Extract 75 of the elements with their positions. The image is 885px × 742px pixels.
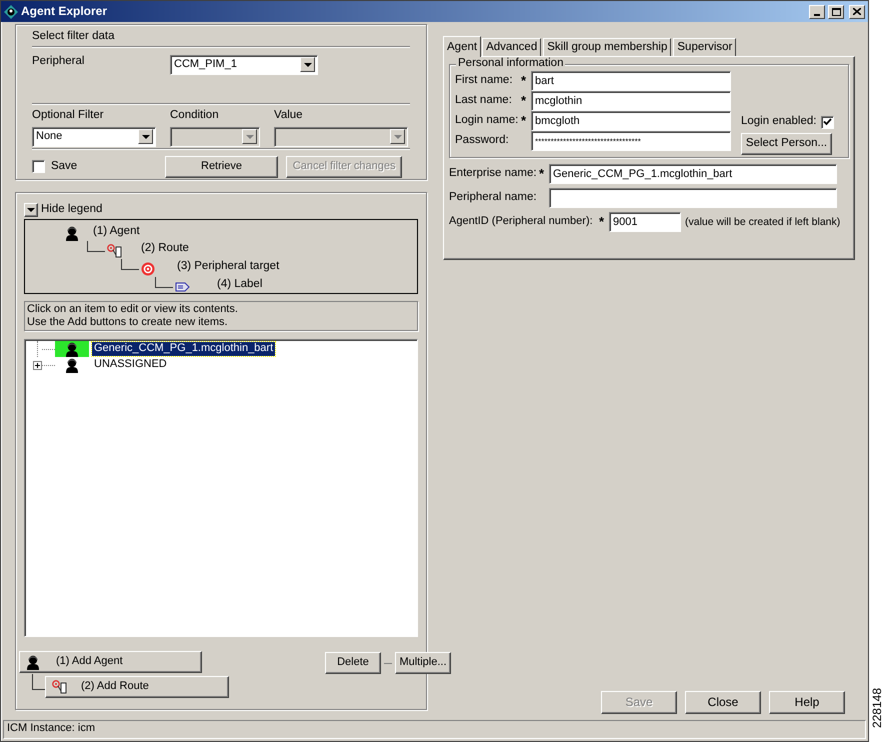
add-button[interactable]: (1) Add Agent xyxy=(19,651,202,673)
caret-icon xyxy=(242,129,257,144)
field-label: AgentID (Peripheral number): xyxy=(449,215,593,229)
multiple-button[interactable]: Multiple... xyxy=(395,652,451,674)
maximize-button[interactable] xyxy=(828,4,844,18)
figure-number: 228148 xyxy=(870,688,884,728)
hint-text: Use the Add buttons to create new items. xyxy=(27,316,229,329)
tag-icon xyxy=(175,282,191,292)
window-title: Agent Explorer xyxy=(21,4,108,19)
field-label: Peripheral name: xyxy=(449,191,537,205)
tab[interactable]: Agent xyxy=(443,36,482,57)
app-icon xyxy=(4,4,18,18)
toggle-label: Hide legend xyxy=(41,203,102,217)
select-person-button[interactable]: Select Person... xyxy=(741,133,832,155)
field-label: Login name: xyxy=(455,114,518,128)
text-field[interactable]: 9001 xyxy=(609,212,681,232)
close-button[interactable] xyxy=(849,4,865,18)
person-icon xyxy=(26,654,40,670)
dropdown[interactable]: CCM_PIM_1 xyxy=(170,54,318,75)
legend-label: (1) Agent xyxy=(93,225,140,239)
field-label: Optional Filter xyxy=(32,108,105,123)
person-icon xyxy=(65,342,79,356)
caret-icon xyxy=(138,129,153,144)
text-field[interactable] xyxy=(549,188,837,208)
checkbox-label: Save xyxy=(50,160,78,174)
legend-label: (2) Route xyxy=(141,242,189,256)
text-field[interactable]: mcglothin xyxy=(531,91,731,111)
target-phone-icon xyxy=(52,680,68,694)
tab[interactable]: Supervisor xyxy=(673,38,736,56)
field-label: First name: xyxy=(455,74,513,88)
required-mark: * xyxy=(539,166,546,182)
required-mark: * xyxy=(521,93,528,109)
tab[interactable]: Advanced xyxy=(482,38,542,56)
legend-label: (3) Peripheral target xyxy=(177,260,280,274)
checkbox-label: Login enabled: xyxy=(741,115,816,129)
text-field[interactable]: ********************************** xyxy=(531,131,731,151)
maximize-icon xyxy=(832,8,840,16)
minimize-icon xyxy=(814,14,820,16)
field-label: Last name: xyxy=(455,94,512,108)
person-icon xyxy=(65,358,79,372)
section-title: Select filter data xyxy=(32,29,116,44)
add-button[interactable]: (2) Add Route xyxy=(45,676,229,698)
field-label: Enterprise name: xyxy=(449,167,537,181)
field-label: Password: xyxy=(455,134,509,148)
checkbox[interactable] xyxy=(821,116,834,128)
tab[interactable]: Skill group membership xyxy=(543,38,672,56)
tree-item[interactable]: Generic_CCM_PG_1.mcglothin_bart xyxy=(92,342,276,356)
hint-text: Click on an item to edit or view its contents. xyxy=(27,303,239,316)
close-icon xyxy=(853,8,861,15)
button[interactable]: Close xyxy=(685,691,761,714)
status-bar: ICM Instance: icm xyxy=(3,720,866,739)
toggle-button[interactable] xyxy=(24,203,38,217)
dropdown[interactable]: None xyxy=(32,126,156,147)
minimize-button[interactable] xyxy=(809,4,825,18)
caret-icon xyxy=(390,129,405,144)
tree-item[interactable]: UNASSIGNED xyxy=(92,358,169,372)
button[interactable]: Retrieve xyxy=(164,156,278,178)
hint-text: (value will be created if left blank) xyxy=(685,216,840,228)
caret-icon xyxy=(300,57,315,72)
person-icon xyxy=(65,226,79,240)
required-mark: * xyxy=(521,73,528,89)
checkbox[interactable] xyxy=(32,160,45,174)
required-mark: * xyxy=(599,214,606,230)
button[interactable]: Help xyxy=(769,691,845,714)
field-label: Condition xyxy=(170,108,220,123)
required-mark: * xyxy=(521,113,528,129)
text-field[interactable]: Generic_CCM_PG_1.mcglothin_bart xyxy=(549,164,837,184)
text-field[interactable]: bmcgloth xyxy=(531,111,731,131)
target-icon xyxy=(141,262,155,276)
field-label: Peripheral xyxy=(32,54,86,69)
expand-icon[interactable] xyxy=(33,360,42,370)
field-label: Value xyxy=(274,108,304,123)
delete-button[interactable]: Delete xyxy=(325,652,381,674)
legend-label: (4) Label xyxy=(217,278,262,292)
text-field[interactable]: bart xyxy=(531,71,731,91)
